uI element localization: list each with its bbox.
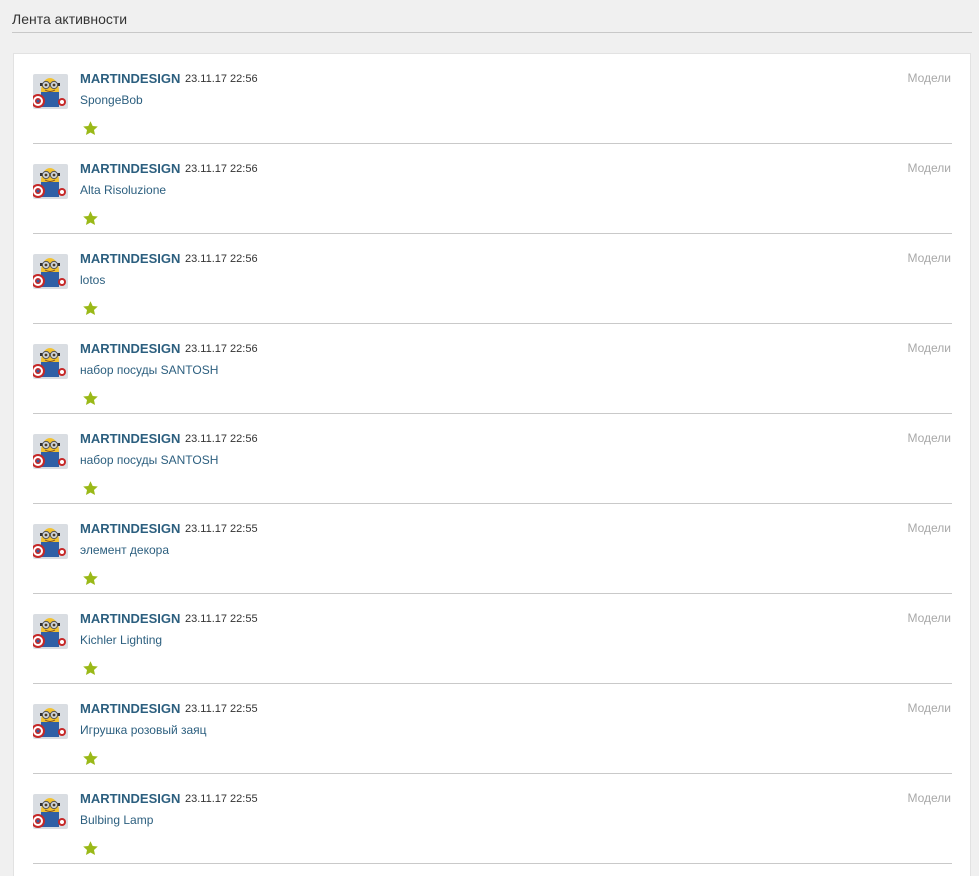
feed-item-2: MARTINDESIGN 23.11.17 22:56 Alta Risoluz… <box>33 144 952 234</box>
activity-feed-page: Лента активности MARTINDESIGN 23.11.17 2… <box>0 0 979 876</box>
feed-item-1: MARTINDESIGN 23.11.17 22:56 SpongeBob Мо… <box>33 54 952 144</box>
avatar[interactable] <box>33 434 68 469</box>
feed-item-9: MARTINDESIGN 23.11.17 22:55 Bulbing Lamp… <box>33 774 952 864</box>
category-link[interactable]: Модели <box>907 701 951 715</box>
avatar[interactable] <box>33 254 68 289</box>
star-icon[interactable] <box>82 210 99 227</box>
minion-avatar-icon <box>33 74 68 109</box>
minion-avatar-icon <box>33 524 68 559</box>
avatar[interactable] <box>33 344 68 379</box>
item-title-link[interactable]: Игрушка розовый заяц <box>80 723 207 737</box>
category-link[interactable]: Модели <box>907 161 951 175</box>
timestamp: 23.11.17 22:55 <box>185 703 258 715</box>
feed-item-4: MARTINDESIGN 23.11.17 22:56 набор посуды… <box>33 324 952 414</box>
star-icon[interactable] <box>82 570 99 587</box>
category-link[interactable]: Модели <box>907 611 951 625</box>
category-link[interactable]: Модели <box>907 521 951 535</box>
timestamp: 23.11.17 22:55 <box>185 613 258 625</box>
feed-item-8: MARTINDESIGN 23.11.17 22:55 Игрушка розо… <box>33 684 952 774</box>
item-title-link[interactable]: Kichler Lighting <box>80 633 162 647</box>
timestamp: 23.11.17 22:56 <box>185 343 258 355</box>
avatar[interactable] <box>33 794 68 829</box>
username-link[interactable]: MARTINDESIGN <box>80 611 180 626</box>
minion-avatar-icon <box>33 704 68 739</box>
category-link[interactable]: Модели <box>907 791 951 805</box>
star-icon[interactable] <box>82 300 99 317</box>
star-icon[interactable] <box>82 390 99 407</box>
item-title-link[interactable]: Alta Risoluzione <box>80 183 166 197</box>
category-link[interactable]: Модели <box>907 431 951 445</box>
category-link[interactable]: Модели <box>907 71 951 85</box>
item-title-link[interactable]: Bulbing Lamp <box>80 813 153 827</box>
username-link[interactable]: MARTINDESIGN <box>80 701 180 716</box>
avatar[interactable] <box>33 704 68 739</box>
feed-item-7: MARTINDESIGN 23.11.17 22:55 Kichler Ligh… <box>33 594 952 684</box>
timestamp: 23.11.17 22:55 <box>185 523 258 535</box>
username-link[interactable]: MARTINDESIGN <box>80 521 180 536</box>
item-title-link[interactable]: набор посуды SANTOSH <box>80 453 218 467</box>
item-title-link[interactable]: элемент декора <box>80 543 169 557</box>
username-link[interactable]: MARTINDESIGN <box>80 791 180 806</box>
minion-avatar-icon <box>33 164 68 199</box>
item-title-link[interactable]: SpongeBob <box>80 93 143 107</box>
star-icon[interactable] <box>82 750 99 767</box>
avatar[interactable] <box>33 74 68 109</box>
feed-item-6: MARTINDESIGN 23.11.17 22:55 элемент деко… <box>33 504 952 594</box>
username-link[interactable]: MARTINDESIGN <box>80 161 180 176</box>
item-title-link[interactable]: lotos <box>80 273 105 287</box>
minion-avatar-icon <box>33 794 68 829</box>
category-link[interactable]: Модели <box>907 251 951 265</box>
minion-avatar-icon <box>33 614 68 649</box>
timestamp: 23.11.17 22:56 <box>185 163 258 175</box>
star-icon[interactable] <box>82 480 99 497</box>
star-icon[interactable] <box>82 120 99 137</box>
username-link[interactable]: MARTINDESIGN <box>80 341 180 356</box>
timestamp: 23.11.17 22:55 <box>185 793 258 805</box>
item-title-link[interactable]: набор посуды SANTOSH <box>80 363 218 377</box>
minion-avatar-icon <box>33 254 68 289</box>
avatar[interactable] <box>33 164 68 199</box>
feed-panel: MARTINDESIGN 23.11.17 22:56 SpongeBob Мо… <box>13 53 971 876</box>
username-link[interactable]: MARTINDESIGN <box>80 251 180 266</box>
page-title: Лента активности <box>12 11 128 27</box>
minion-avatar-icon <box>33 344 68 379</box>
feed-item-3: MARTINDESIGN 23.11.17 22:56 lotos Модели <box>33 234 952 324</box>
title-divider <box>12 32 972 33</box>
feed-item-5: MARTINDESIGN 23.11.17 22:56 набор посуды… <box>33 414 952 504</box>
username-link[interactable]: MARTINDESIGN <box>80 71 180 86</box>
avatar[interactable] <box>33 614 68 649</box>
star-icon[interactable] <box>82 840 99 857</box>
timestamp: 23.11.17 22:56 <box>185 253 258 265</box>
avatar[interactable] <box>33 524 68 559</box>
timestamp: 23.11.17 22:56 <box>185 433 258 445</box>
category-link[interactable]: Модели <box>907 341 951 355</box>
activity-feed-list: MARTINDESIGN 23.11.17 22:56 SpongeBob Мо… <box>33 54 952 864</box>
username-link[interactable]: MARTINDESIGN <box>80 431 180 446</box>
star-icon[interactable] <box>82 660 99 677</box>
timestamp: 23.11.17 22:56 <box>185 73 258 85</box>
minion-avatar-icon <box>33 434 68 469</box>
